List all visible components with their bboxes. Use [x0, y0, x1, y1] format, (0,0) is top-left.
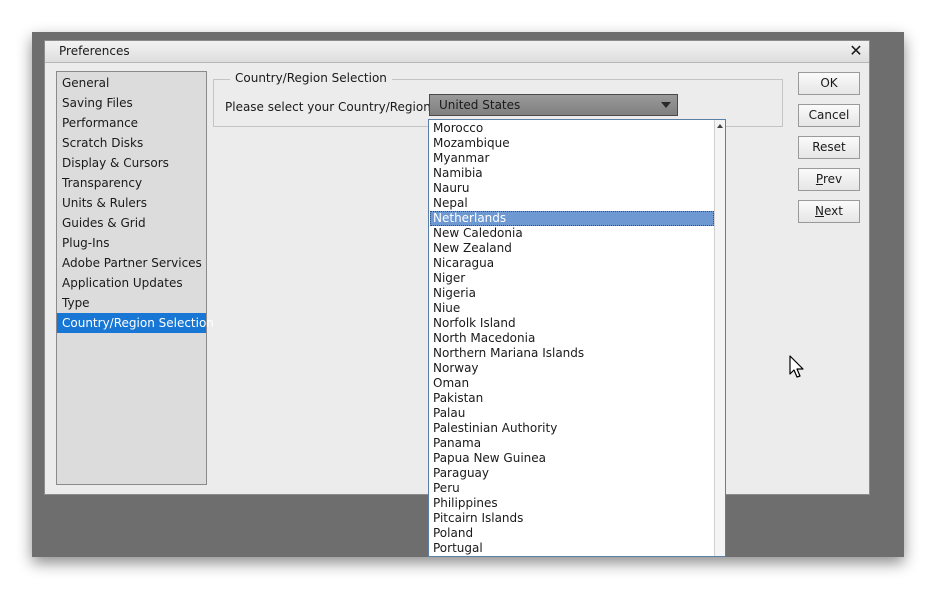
country-option[interactable]: Oman — [430, 376, 714, 391]
group-legend: Country/Region Selection — [230, 71, 392, 85]
country-option[interactable]: Peru — [430, 481, 714, 496]
country-option[interactable]: Panama — [430, 436, 714, 451]
country-option[interactable]: New Zealand — [430, 241, 714, 256]
country-option[interactable]: Norfolk Island — [430, 316, 714, 331]
country-option[interactable]: New Caledonia — [430, 226, 714, 241]
chevron-down-icon — [661, 102, 671, 108]
country-option[interactable]: Palau — [430, 406, 714, 421]
country-option[interactable]: Morocco — [430, 121, 714, 136]
country-region-prompt: Please select your Country/Region: — [225, 100, 435, 114]
preferences-sidebar: General Saving Files Performance Scratch… — [56, 71, 214, 485]
ok-button[interactable]: OK — [798, 72, 860, 95]
country-option[interactable]: Myanmar — [430, 151, 714, 166]
mouse-pointer-icon — [789, 355, 804, 378]
country-option[interactable]: Papua New Guinea — [430, 451, 714, 466]
sidebar-item-country-region-selection[interactable]: Country/Region Selection — [57, 313, 214, 333]
prev-button[interactable]: Prev — [798, 168, 860, 191]
sidebar-item-display-cursors[interactable]: Display & Cursors — [57, 153, 206, 173]
country-options: Morocco Mozambique Myanmar Namibia Nauru Nepa… — [430, 121, 714, 556]
cancel-button[interactable]: Cancel — [798, 104, 860, 127]
scroll-up-arrow-icon[interactable] — [717, 124, 723, 128]
selected-country: United States — [439, 98, 521, 112]
country-option[interactable]: Philippines — [430, 496, 714, 511]
country-option[interactable]: Pitcairn Islands — [430, 511, 714, 526]
reset-button[interactable]: Reset — [798, 136, 860, 159]
country-option[interactable]: Portugal — [430, 541, 714, 556]
sidebar-item-performance[interactable]: Performance — [57, 113, 206, 133]
dialog-title: Preferences — [59, 44, 130, 58]
country-option[interactable]: Niger — [430, 271, 714, 286]
country-option[interactable]: Northern Mariana Islands — [430, 346, 714, 361]
sidebar-item-general[interactable]: General — [57, 73, 206, 93]
country-option[interactable]: Palestinian Authority — [430, 421, 714, 436]
sidebar-item-application-updates[interactable]: Application Updates — [57, 273, 206, 293]
country-option[interactable]: Niue — [430, 301, 714, 316]
country-option[interactable]: Norway — [430, 361, 714, 376]
country-dropdown-list[interactable]: Morocco Mozambique Myanmar Namibia Nauru Nepa… — [428, 119, 726, 557]
sidebar-item-guides-grid[interactable]: Guides & Grid — [57, 213, 206, 233]
country-option[interactable]: Netherlands — [430, 211, 714, 226]
dropdown-scrollbar[interactable] — [714, 120, 725, 556]
next-button[interactable]: Next — [798, 200, 860, 223]
title-bar[interactable]: Preferences ✕ — [45, 41, 869, 63]
sidebar-item-plug-ins[interactable]: Plug-Ins — [57, 233, 206, 253]
country-option[interactable]: Nicaragua — [430, 256, 714, 271]
sidebar-item-scratch-disks[interactable]: Scratch Disks — [57, 133, 206, 153]
country-option[interactable]: Namibia — [430, 166, 714, 181]
sidebar-item-adobe-partner-services[interactable]: Adobe Partner Services — [57, 253, 206, 273]
country-option[interactable]: Poland — [430, 526, 714, 541]
sidebar-item-units-rulers[interactable]: Units & Rulers — [57, 193, 206, 213]
country-region-select[interactable]: United States — [429, 94, 678, 116]
country-option[interactable]: Nepal — [430, 196, 714, 211]
country-option[interactable]: Paraguay — [430, 466, 714, 481]
sidebar-item-transparency[interactable]: Transparency — [57, 173, 206, 193]
close-icon[interactable]: ✕ — [847, 41, 865, 61]
country-option[interactable]: Mozambique — [430, 136, 714, 151]
sidebar-item-saving-files[interactable]: Saving Files — [57, 93, 206, 113]
sidebar-item-type[interactable]: Type — [57, 293, 206, 313]
country-option[interactable]: North Macedonia — [430, 331, 714, 346]
country-option[interactable]: Nigeria — [430, 286, 714, 301]
country-option[interactable]: Nauru — [430, 181, 714, 196]
country-option[interactable]: Pakistan — [430, 391, 714, 406]
